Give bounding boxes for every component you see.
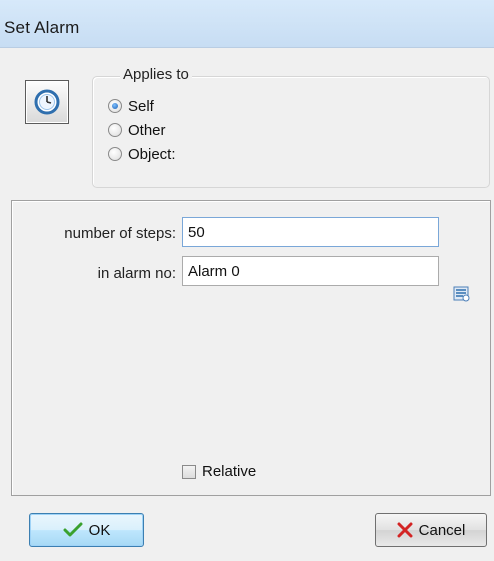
radio-other[interactable]: Other <box>108 120 166 140</box>
clock-icon <box>25 80 69 124</box>
set-alarm-dialog: Set Alarm Applies to Self Other Object: … <box>0 0 494 561</box>
relative-checkbox[interactable] <box>182 464 196 479</box>
checkmark-icon <box>63 522 83 538</box>
ok-label: OK <box>88 521 111 539</box>
list-menu-icon[interactable] <box>453 285 471 303</box>
radio-button[interactable] <box>108 99 122 113</box>
radio-label: Self <box>128 97 154 115</box>
alarm-input[interactable] <box>182 256 439 286</box>
applies-to-legend: Applies to <box>120 66 192 83</box>
relative-label: Relative <box>202 463 257 480</box>
cancel-label: Cancel <box>418 521 466 539</box>
cancel-button[interactable]: Cancel <box>375 513 487 547</box>
radio-label: Object: <box>128 145 176 163</box>
window-title: Set Alarm <box>4 18 80 37</box>
ok-button[interactable]: OK <box>29 513 144 547</box>
steps-label: number of steps: <box>64 225 176 242</box>
radio-button[interactable] <box>108 123 122 137</box>
relative-checkbox-row[interactable]: Relative <box>182 463 256 480</box>
title-bar[interactable]: Set Alarm <box>0 0 494 48</box>
radio-button[interactable] <box>108 147 122 161</box>
x-icon <box>397 522 413 538</box>
radio-object[interactable]: Object: <box>108 144 176 164</box>
radio-self[interactable]: Self <box>108 96 154 116</box>
steps-input[interactable] <box>182 217 439 247</box>
alarm-label: in alarm no: <box>97 265 176 282</box>
radio-label: Other <box>128 121 166 139</box>
